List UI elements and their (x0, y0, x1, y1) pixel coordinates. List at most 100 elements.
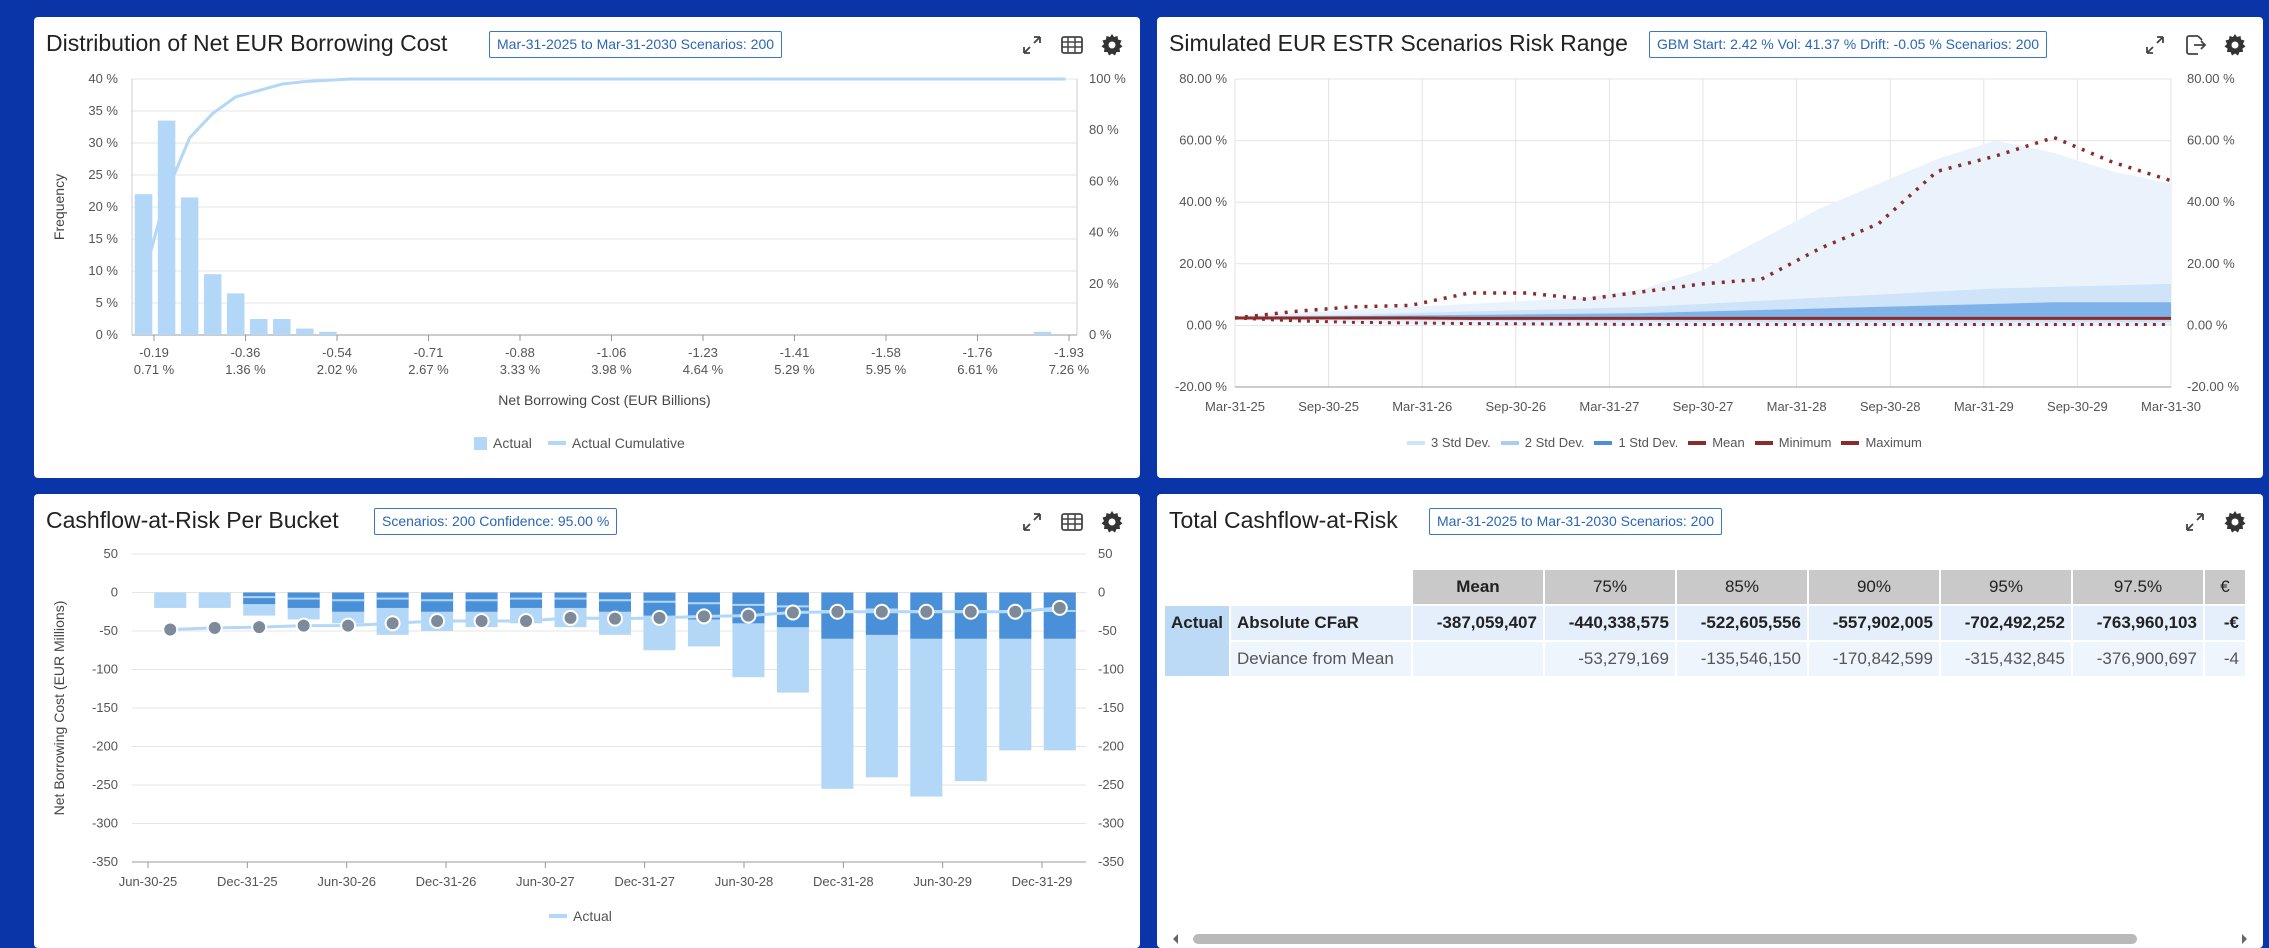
x-tick-label: Dec-31-28 (813, 874, 874, 889)
cfar-per-bucket-panel: Cashflow-at-Risk Per Bucket Scenarios: 2… (34, 494, 1140, 948)
x-tick-label: -1.76 (963, 345, 993, 360)
x-tick-label: -1.06 (597, 345, 627, 360)
legend-swatch (1500, 440, 1519, 445)
y2-tick-label: 40.00 % (2187, 194, 2235, 209)
y-tick-label: -250 (92, 777, 118, 792)
y-tick-label: 40.00 % (1179, 194, 1227, 209)
x-tick-label: Sep-30-26 (1485, 399, 1546, 414)
column-header[interactable]: € (2204, 570, 2245, 604)
legend-item[interactable]: 2 Std Dev. (1500, 435, 1585, 450)
mean-marker (562, 609, 579, 626)
scrollbar-thumb[interactable] (1193, 934, 2137, 944)
legend-label: Maximum (1865, 435, 1922, 450)
table-cell: -170,842,599 (1808, 642, 1939, 676)
cfar-bar-dark (243, 592, 276, 605)
x-tick-label: -1.41 (780, 345, 810, 360)
scroll-right-icon[interactable] (2237, 930, 2251, 948)
x-tick-label: Mar-31-28 (1767, 399, 1827, 414)
chart-legend: 3 Std Dev. 2 Std Dev. 1 Std Dev. Mean Minimu… (1407, 435, 1922, 450)
y2-tick-label: 0 (1098, 585, 1105, 600)
legend-item[interactable]: 3 Std Dev. (1407, 435, 1491, 450)
x-tick-sublabel: 5.95 % (866, 362, 907, 377)
legend-item-cumulative[interactable]: Actual Cumulative (547, 435, 685, 451)
table-cell (1412, 642, 1543, 676)
x-tick-label: Mar-31-26 (1392, 399, 1452, 414)
y-tick-label: 20 % (88, 199, 118, 214)
legend-label: Actual Cumulative (571, 435, 685, 451)
total-cfar-panel: Total Cashflow-at-Risk Mar-31-2025 to Ma… (1157, 494, 2263, 948)
x-tick-label: Dec-31-29 (1012, 874, 1073, 889)
borrowing-cost-distribution-panel: Distribution of Net EUR Borrowing Cost M… (34, 17, 1140, 478)
x-tick-label: Jun-30-25 (119, 874, 178, 889)
y2-tick-label: 60.00 % (2187, 133, 2235, 148)
column-header[interactable]: 97.5% (2072, 570, 2203, 604)
mean-marker (695, 608, 712, 625)
distribution-chart: 40 % 35 % 30 % 25 % 20 % 15 % 10 % 5 % 0 % 100 % 8… (51, 71, 1126, 408)
table-cell: -702,492,252 (1940, 606, 2071, 640)
x-tick-label: Mar-31-25 (1205, 399, 1265, 414)
x-tick-label: Jun-30-26 (317, 874, 376, 889)
mean-marker (1051, 599, 1068, 616)
legend-label: 3 Std Dev. (1431, 435, 1491, 450)
cfar-bar-dark (421, 592, 454, 612)
column-header[interactable]: 95% (1940, 570, 2071, 604)
table-cell: -522,605,556 (1676, 606, 1807, 640)
table-cell: -763,960,103 (2072, 606, 2203, 640)
horizontal-scrollbar[interactable] (1169, 930, 2251, 948)
table-cell: -4 (2204, 642, 2245, 676)
legend-item-actual[interactable]: Actual (549, 908, 612, 924)
scroll-left-icon[interactable] (1169, 930, 1183, 948)
table-cell: -387,059,407 (1412, 606, 1543, 640)
mean-marker (295, 617, 312, 634)
legend-label: Minimum (1778, 435, 1832, 450)
x-tick-label: Dec-31-25 (217, 874, 278, 889)
x-tick-label: Jun-30-28 (715, 874, 774, 889)
cfar-bar-dark (287, 592, 320, 608)
legend-item[interactable]: 1 Std Dev. (1594, 435, 1678, 450)
y2-tick-label: 20 % (1089, 276, 1119, 291)
mean-marker (473, 612, 490, 629)
x-tick-label: -0.19 (139, 345, 169, 360)
table-cell: -€ (2204, 606, 2245, 640)
mean-marker (873, 603, 890, 620)
cfar-bucket-chart: 50 50 0 0 -50 -50 -100 -100 -150 -150 -200 -200 -250… (51, 546, 1124, 889)
column-header[interactable]: 85% (1676, 570, 1807, 604)
y2-tick-label: -200 (1098, 739, 1124, 754)
histogram-bar (296, 328, 314, 335)
mean-marker (829, 603, 846, 620)
legend-swatch (1688, 440, 1707, 445)
y-tick-label: -300 (92, 816, 118, 831)
x-tick-label: Mar-31-30 (2141, 399, 2201, 414)
x-tick-label: -0.71 (414, 345, 444, 360)
legend-item[interactable]: Minimum (1754, 435, 1832, 450)
legend-item[interactable]: Mean (1688, 435, 1745, 450)
mean-marker (740, 607, 757, 624)
cfar-bar-dark (465, 592, 498, 612)
cfar-bar-light (198, 592, 231, 608)
x-tick-label: Dec-31-26 (416, 874, 477, 889)
column-header[interactable]: Mean (1412, 570, 1543, 604)
legend-item-actual[interactable]: Actual (474, 435, 532, 451)
y-tick-label: 30 % (88, 135, 118, 150)
x-tick-label: -0.54 (322, 345, 352, 360)
x-tick-label: Dec-31-27 (614, 874, 675, 889)
legend-item[interactable]: Maximum (1841, 435, 1922, 450)
estr-risk-range-chart: 80.00 % 80.00 % 60.00 % 60.00 % 40.00 % 40.00… (1175, 71, 2240, 414)
y2-tick-label: 80.00 % (2187, 71, 2235, 86)
legend-label: 2 Std Dev. (1524, 435, 1585, 450)
histogram-bar (226, 293, 245, 335)
y-tick-label: -100 (92, 662, 118, 677)
y-tick-label: -350 (92, 854, 118, 869)
x-tick-sublabel: 6.61 % (957, 362, 998, 377)
y2-tick-label: 80 % (1089, 122, 1119, 137)
mean-marker (1007, 603, 1024, 620)
x-tick-label: Mar-31-27 (1579, 399, 1639, 414)
table-cell: -557,902,005 (1808, 606, 1939, 640)
y-tick-label: 0 % (96, 327, 119, 342)
x-tick-sublabel: 2.67 % (408, 362, 449, 377)
column-header[interactable]: 90% (1808, 570, 1939, 604)
x-tick-sublabel: 7.26 % (1049, 362, 1090, 377)
y-tick-label: 35 % (88, 103, 118, 118)
estr-scenarios-panel: Simulated EUR ESTR Scenarios Risk Range … (1157, 17, 2263, 478)
column-header[interactable]: 75% (1544, 570, 1675, 604)
